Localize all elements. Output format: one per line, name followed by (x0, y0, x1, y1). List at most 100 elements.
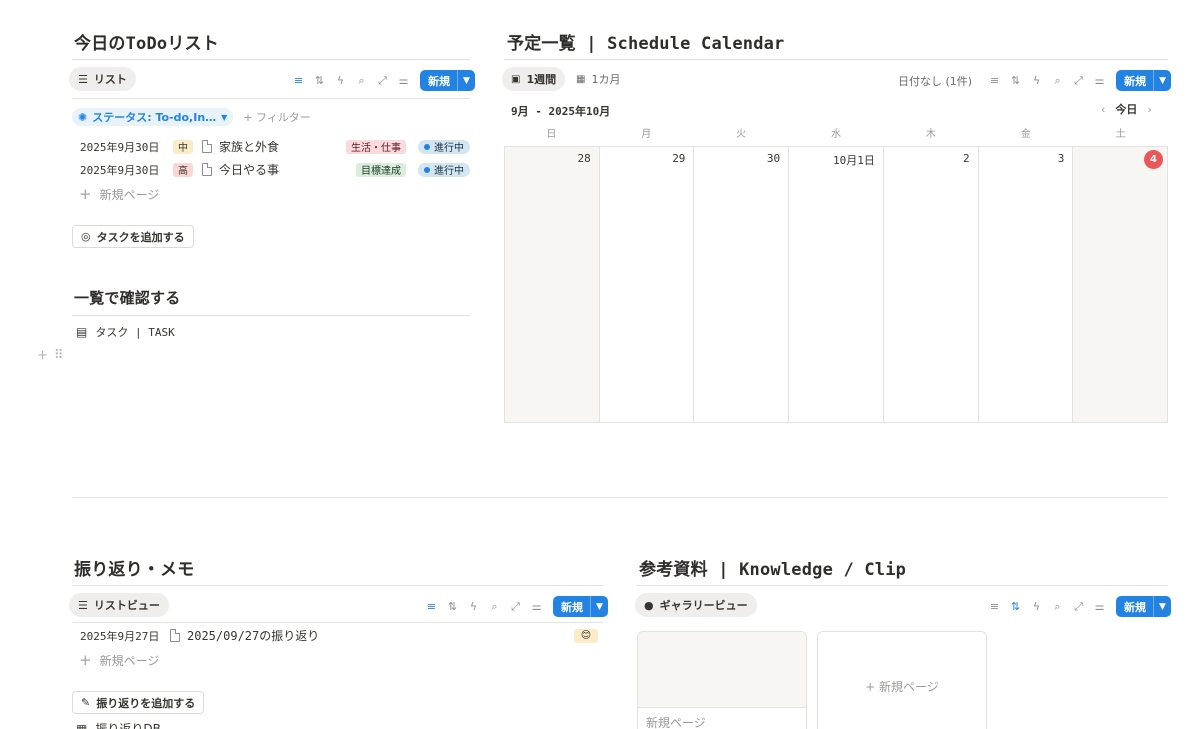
chevron-down-icon: ▼ (221, 112, 228, 122)
item-date: 2025年9月30日 (80, 163, 160, 177)
day-number: 3 (1057, 152, 1065, 165)
divider (72, 585, 603, 586)
month-range-label: 9月 - 2025年10月 (511, 105, 611, 118)
expand-icon[interactable]: ⤢ (1070, 598, 1087, 615)
calendar-nav: ‹ 今日 › (1101, 101, 1152, 117)
today-button[interactable]: 今日 (1115, 101, 1137, 117)
chevron-down-icon[interactable]: ▼ (1153, 70, 1171, 91)
list-view-tab[interactable]: ☰ リスト (69, 67, 136, 91)
item-title[interactable]: 今日やる事 (219, 161, 279, 178)
schedule-toolbar: 日付なし (1件) ≡ ⇅ ϟ ⌕ ⤢ ⚌ 新規 ▼ (898, 70, 1172, 91)
settings-icon[interactable]: ⚌ (528, 598, 545, 615)
expand-icon[interactable]: ⤢ (374, 72, 391, 89)
chevron-left-icon[interactable]: ‹ (1101, 103, 1105, 116)
list-icon: ☰ (78, 598, 88, 612)
list-view-tab[interactable]: ☰ リストビュー (69, 593, 169, 617)
search-icon[interactable]: ⌕ (486, 598, 503, 615)
calendar-day[interactable]: 3 (979, 147, 1074, 422)
list-item[interactable]: 2025年9月30日 中 家族と外食 生活・仕事 進行中 (80, 135, 470, 158)
new-card-button[interactable]: + 新規ページ (817, 631, 987, 729)
tab-week[interactable]: ▣ 1週間 (502, 67, 566, 91)
sort-icon[interactable]: ⇅ (444, 598, 461, 615)
status-dot (424, 143, 430, 150)
chevron-down-icon[interactable]: ▼ (457, 70, 475, 91)
status-badge: 進行中 (418, 139, 470, 154)
calendar-icon: ▣ (511, 73, 521, 85)
automation-icon[interactable]: ϟ (1028, 598, 1045, 615)
search-icon[interactable]: ⌕ (1049, 598, 1066, 615)
status-label: 進行中 (434, 143, 464, 154)
reflection-toolbar: ≡ ⇅ ϟ ⌕ ⤢ ⚌ 新規 ▼ (423, 596, 608, 617)
search-icon[interactable]: ⌕ (353, 72, 370, 89)
new-page-button[interactable]: + 新規ページ (79, 649, 159, 671)
gallery-view-tab[interactable]: ● ギャラリービュー (635, 593, 757, 617)
new-page-label: 新規ページ (99, 653, 160, 668)
tab-month-label: 1カ月 (591, 73, 621, 86)
list-item[interactable]: 2025年9月27日 2025/09/27の振り返り 😊 (80, 624, 598, 647)
plus-icon[interactable]: + (37, 348, 48, 363)
calendar-day[interactable]: 2 (884, 147, 979, 422)
sort-icon[interactable]: ⇅ (1007, 598, 1024, 615)
automation-icon[interactable]: ϟ (465, 598, 482, 615)
block-handle[interactable]: + ⠿ (37, 348, 63, 363)
automation-icon[interactable]: ϟ (332, 72, 349, 89)
sort-icon[interactable]: ⇅ (1007, 72, 1024, 89)
new-button[interactable]: 新規 ▼ (1116, 70, 1172, 91)
automation-icon[interactable]: ϟ (1028, 72, 1045, 89)
new-button[interactable]: 新規 ▼ (1116, 596, 1171, 617)
lightbulb-icon: ● (644, 598, 654, 612)
chevron-down-icon[interactable]: ▼ (590, 596, 608, 617)
priority-badge: 高 (173, 162, 193, 177)
calendar-day-today[interactable]: 4 (1073, 147, 1168, 422)
status-filter-label: ステータス: To-do,In… (92, 111, 217, 124)
item-title[interactable]: 家族と外食 (219, 138, 279, 155)
tab-month[interactable]: ▦ 1カ月 (567, 67, 629, 91)
todo-toolbar: ≡ ⇅ ϟ ⌕ ⤢ ⚌ 新規 ▼ (290, 70, 475, 91)
add-task-label: タスクを追加する (96, 230, 185, 244)
expand-icon[interactable]: ⤢ (507, 598, 524, 615)
weekday-label: 月 (641, 129, 652, 140)
chevron-down-icon[interactable]: ▼ (1153, 596, 1171, 617)
calendar-day[interactable]: 28 (505, 147, 600, 422)
task-db-link[interactable]: ▤ タスク | TASK (76, 324, 175, 340)
day-number: 30 (766, 152, 781, 165)
chevron-right-icon[interactable]: › (1147, 103, 1151, 116)
today-marker: 4 (1144, 150, 1164, 169)
new-button[interactable]: 新規 ▼ (553, 596, 608, 617)
settings-icon[interactable]: ⚌ (1091, 598, 1108, 615)
settings-icon[interactable]: ⚌ (395, 72, 412, 89)
new-button[interactable]: 新規 ▼ (420, 70, 475, 91)
search-icon[interactable]: ⌕ (1049, 72, 1066, 89)
day-number: 10月1日 (833, 154, 875, 167)
settings-icon[interactable]: ⚌ (1091, 72, 1108, 89)
expand-icon[interactable]: ⤢ (1070, 72, 1087, 89)
new-page-button[interactable]: + 新規ページ (79, 183, 159, 205)
reflection-db-link[interactable]: ▦ 振り返りDB (76, 720, 161, 729)
filter-icon[interactable]: ≡ (986, 72, 1003, 89)
add-reflection-label: 振り返りを追加する (96, 696, 196, 710)
filter-icon[interactable]: ≡ (290, 72, 307, 89)
calendar-day[interactable]: 30 (694, 147, 790, 422)
item-title[interactable]: 2025/09/27の振り返り (187, 627, 319, 644)
add-filter-button[interactable]: + フィルター (243, 109, 311, 125)
divider (72, 98, 470, 99)
filter-icon[interactable]: ≡ (423, 598, 440, 615)
calendar-day[interactable]: 29 (600, 147, 695, 422)
gallery-card[interactable]: 新規ページ (637, 631, 807, 729)
list-item[interactable]: 2025年9月30日 高 今日やる事 目標達成 進行中 (80, 158, 470, 181)
divider (504, 59, 1168, 60)
page-icon (170, 629, 180, 642)
drag-handle-icon[interactable]: ⠿ (54, 348, 64, 363)
add-task-button[interactable]: ◎ タスクを追加する (72, 225, 194, 248)
calendar-day[interactable]: 10月1日 (789, 147, 884, 422)
category-tag: 目標達成 (356, 162, 406, 177)
filter-icon[interactable]: ≡ (986, 598, 1003, 615)
divider (72, 315, 470, 316)
status-filter-chip[interactable]: ✺ ステータス: To-do,In… ▼ (72, 108, 234, 126)
status-badge: 進行中 (418, 162, 470, 177)
sort-icon[interactable]: ⇅ (311, 72, 328, 89)
no-date-button[interactable]: 日付なし (1件) (898, 73, 972, 89)
add-reflection-button[interactable]: ✎ 振り返りを追加する (72, 691, 205, 714)
weekday-header: 日 月 火 水 木 金 土 (504, 124, 1168, 146)
reference-title: 参考資料 | Knowledge / Clip (639, 560, 907, 580)
